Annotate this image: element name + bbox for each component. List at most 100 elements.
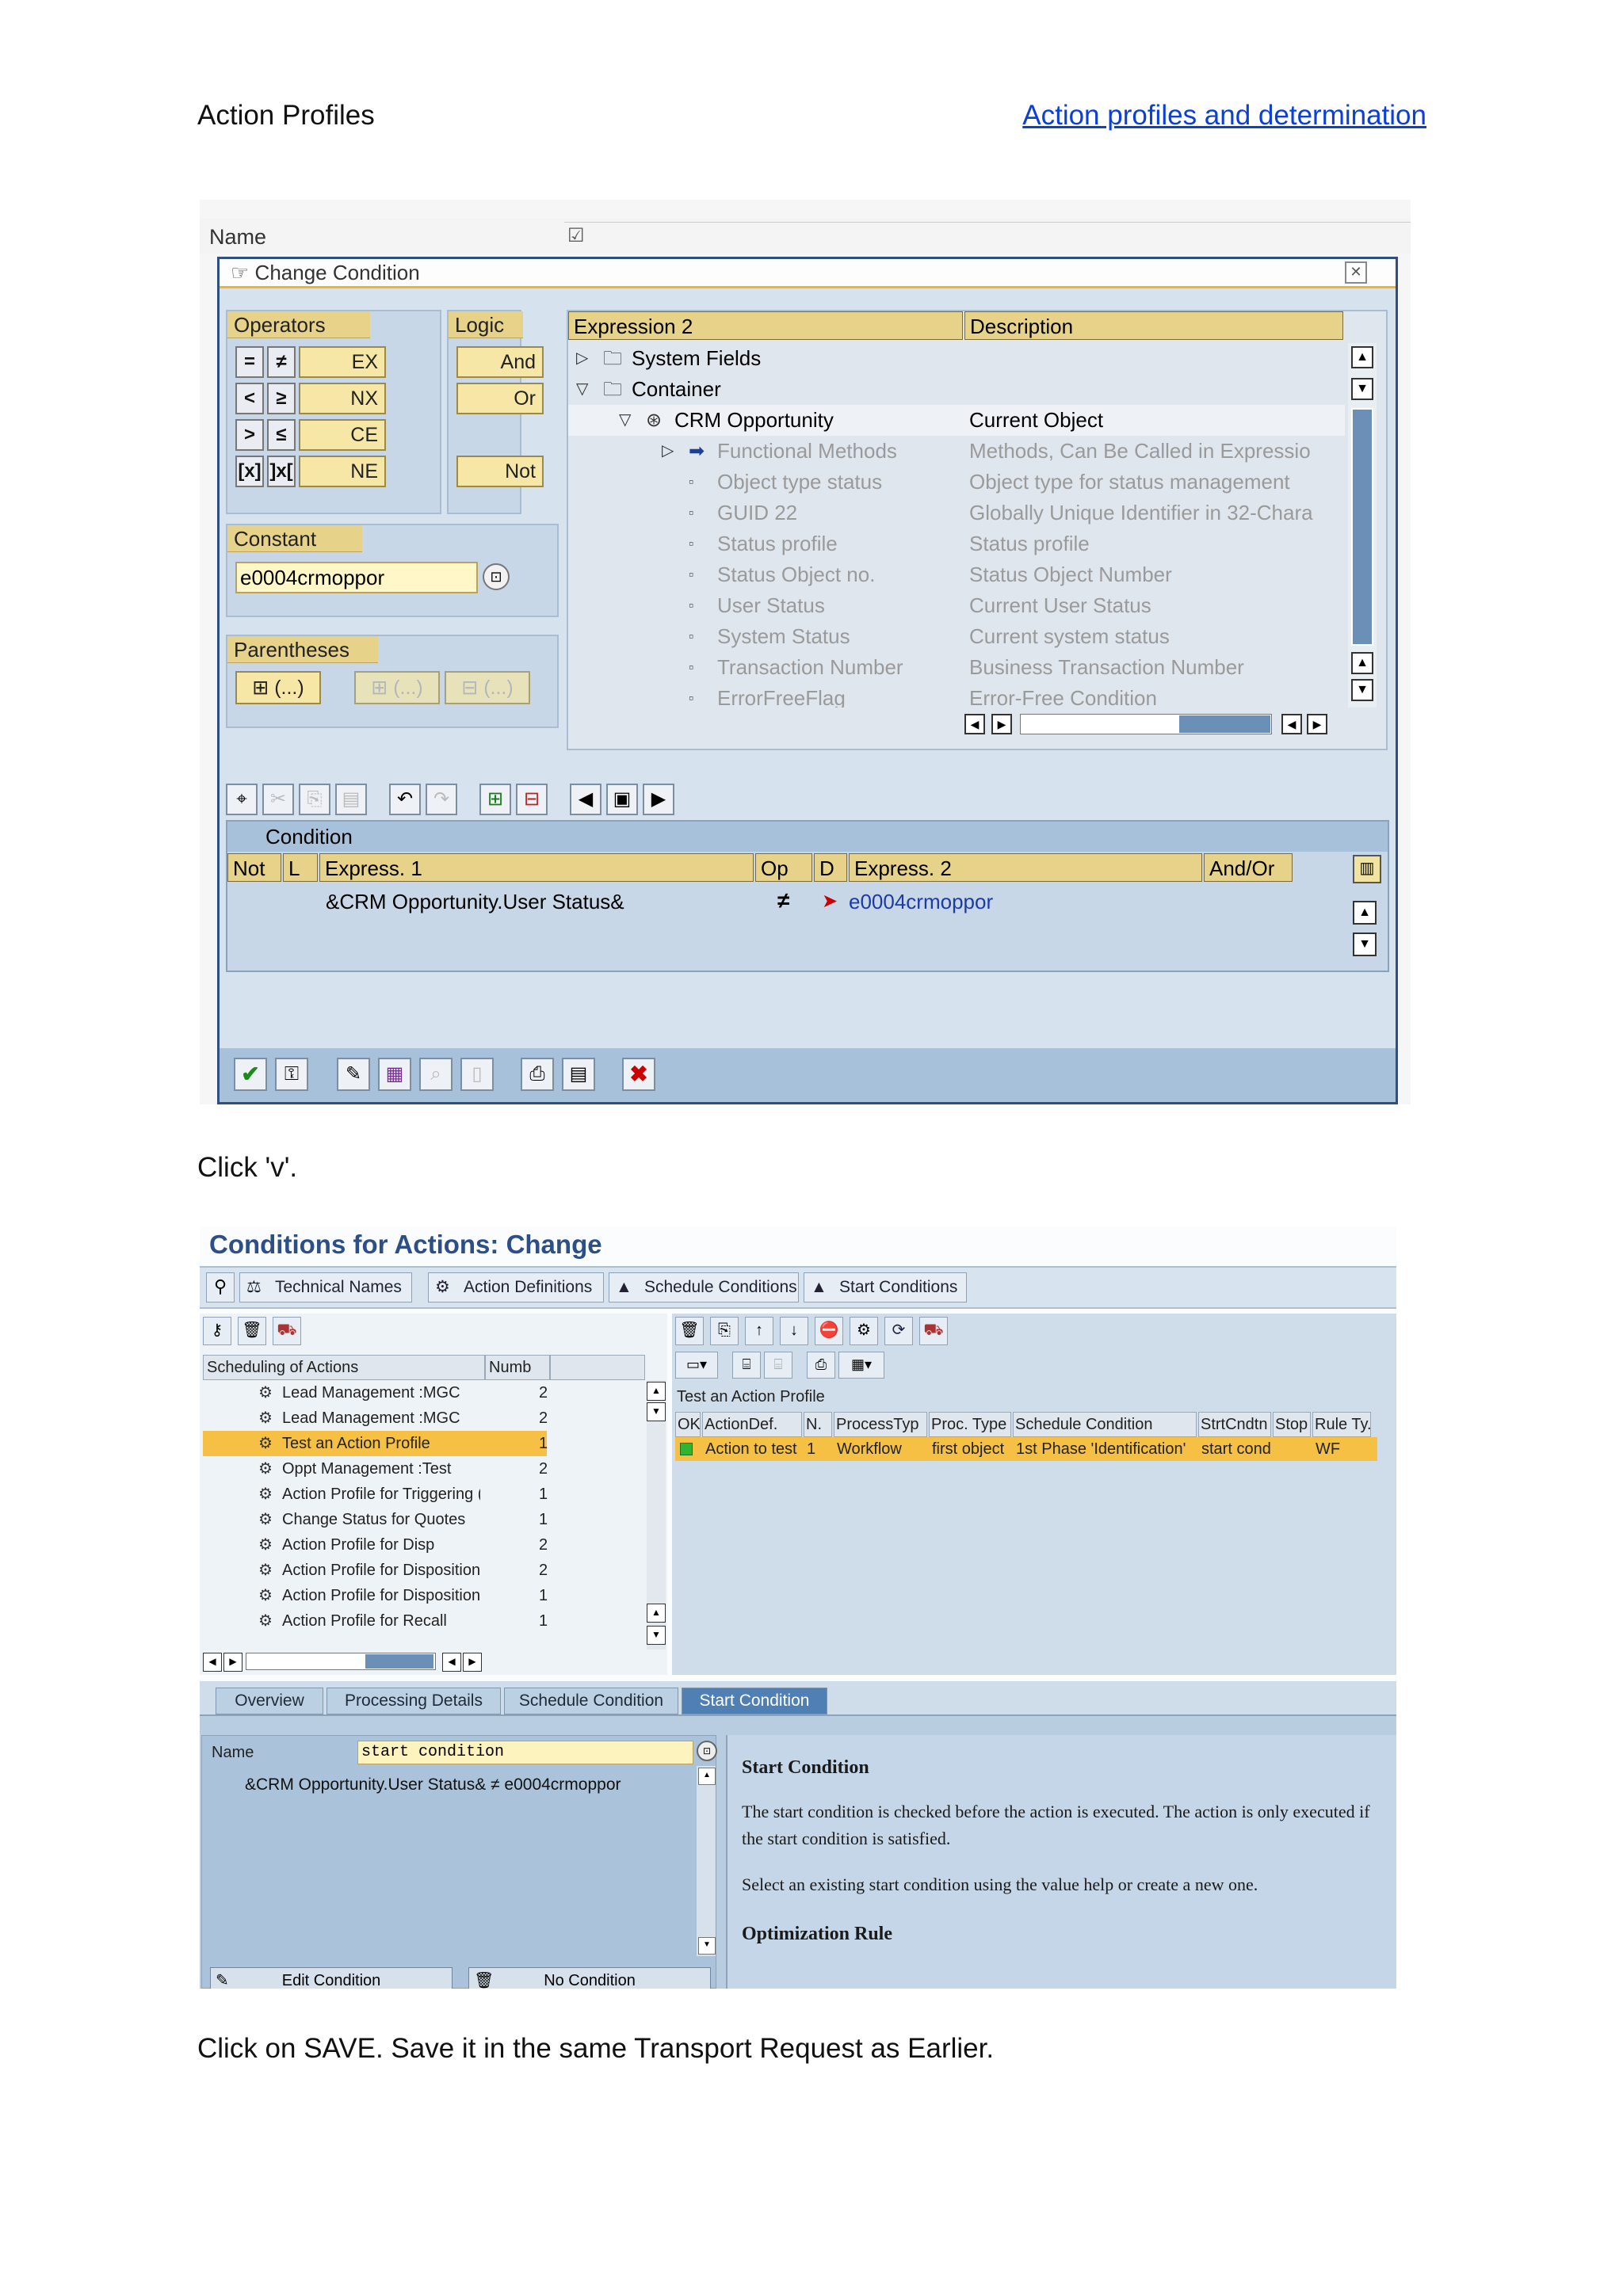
tree-row[interactable]: ▫ Transaction Number Business Transaction … <box>568 652 1345 683</box>
condition-box-scroll-down-icon[interactable]: ▼ <box>698 1937 716 1955</box>
delete-row-icon[interactable]: ⊟ <box>516 784 548 815</box>
operator-button[interactable]: ]x[ <box>267 456 296 487</box>
operator-keyword-button[interactable]: EX <box>299 346 386 378</box>
right-transport-icon[interactable]: ⛟ <box>919 1317 948 1345</box>
column-header[interactable]: Stop <box>1273 1412 1311 1437</box>
left-scroll-left-icon[interactable]: ◀ <box>203 1653 222 1672</box>
list-item[interactable]: ⚙ Change Status for Quotes 1 <box>203 1507 548 1532</box>
condition-row[interactable]: &CRM Opportunity.User Status& ≠ ➤ e0004c… <box>227 885 1305 920</box>
tree-row[interactable]: ▫ Status Object no. Status Object Number <box>568 559 1345 590</box>
details-icon[interactable]: ▭▾ <box>675 1352 718 1379</box>
tree-scrollbar[interactable]: ▲ ▼ ▲ ▼ <box>1348 343 1377 707</box>
filter-icon[interactable]: ⚲ <box>206 1272 235 1302</box>
condition-box-scroll-up-icon[interactable]: ▲ <box>698 1768 716 1785</box>
document-icon[interactable]: ▯ <box>460 1058 494 1091</box>
column-header[interactable]: ActionDef. <box>702 1412 802 1437</box>
list-item[interactable]: ⚙ Oppt Management :Test 2 <box>203 1456 548 1482</box>
operator-button[interactable]: > <box>235 419 264 451</box>
refresh-icon[interactable]: ⟳ <box>884 1317 913 1345</box>
transport-icon[interactable]: ⛟ <box>273 1317 301 1345</box>
tree-row[interactable]: ▫ System Status Current system status <box>568 621 1345 652</box>
move-down-icon[interactable]: ↓ <box>780 1317 808 1345</box>
column-header[interactable]: Proc. Type <box>929 1412 1011 1437</box>
hscroll-thumb[interactable] <box>1179 715 1270 733</box>
layout-select-icon[interactable]: ▦▾ <box>838 1352 884 1379</box>
list-item[interactable]: ⚙ Lead Management :MGC 2 <box>203 1405 548 1431</box>
left-hscrollbar[interactable]: ◀ ▶ ◀ ▶ <box>203 1653 488 1672</box>
scroll-left-end-icon[interactable]: ◀ <box>1281 714 1302 734</box>
expand-toggle-icon[interactable]: ▽ <box>576 374 588 405</box>
name-value-help-icon[interactable]: ⊡ <box>697 1741 717 1761</box>
scroll-left-icon[interactable]: ◀ <box>964 714 985 734</box>
cancel-icon[interactable]: ✖ <box>622 1058 655 1091</box>
action-definitions-button[interactable]: ⚙ Action Definitions <box>428 1272 604 1302</box>
technical-names-button[interactable]: ⚖ Technical Names <box>239 1272 412 1302</box>
scroll-thumb[interactable] <box>1351 408 1373 646</box>
column-header[interactable]: OK <box>675 1412 701 1437</box>
edit-icon[interactable]: ✎ <box>337 1058 370 1091</box>
right-table-row[interactable]: Action to test 1 Workflow first object 1st P… <box>675 1437 1377 1461</box>
undo-icon[interactable]: ↶ <box>389 784 421 815</box>
expand-toggle-icon[interactable]: ▷ <box>662 436 674 467</box>
list-item[interactable]: ⚙ Test an Action Profile 1 <box>203 1431 548 1456</box>
and-button[interactable]: And <box>456 346 544 378</box>
left-hscroll-track[interactable] <box>246 1653 436 1670</box>
tree-hscrollbar[interactable]: ◀ ▶ ◀ ▶ <box>964 712 1345 736</box>
constant-input[interactable]: e0004crmoppor <box>235 562 478 593</box>
expression-column-header[interactable]: Expression 2 <box>568 311 963 340</box>
tree-row[interactable]: ▷ 🗀 System Fields <box>568 343 1345 374</box>
layout-icon[interactable]: ⎙ <box>521 1058 554 1091</box>
left-page-up-icon[interactable]: ▲ <box>647 1604 666 1623</box>
schedule-conditions-button[interactable]: ▲ Schedule Conditions <box>609 1272 799 1302</box>
insert-row-icon[interactable]: ⊞ <box>479 784 511 815</box>
hscroll-track[interactable] <box>1020 714 1272 734</box>
name-field[interactable]: ☑ <box>564 222 1411 250</box>
list-item[interactable]: ⚙ Action Profile for Disposition 2 <box>203 1558 548 1583</box>
list-item[interactable]: ⚙ Action Profile for Recall 1 <box>203 1608 548 1634</box>
page-down-icon[interactable]: ▼ <box>1351 679 1373 701</box>
left-scroll-down-icon[interactable]: ▼ <box>647 1402 666 1421</box>
col-d[interactable]: D <box>814 853 847 882</box>
tab-start-condition[interactable]: Start Condition <box>682 1688 827 1714</box>
paste-icon[interactable]: ▤ <box>335 784 367 815</box>
col-not[interactable]: Not <box>227 853 281 882</box>
scheduling-column-header[interactable]: Scheduling of Actions <box>203 1355 485 1380</box>
key-icon[interactable]: ⚷ <box>203 1317 231 1345</box>
copy-icon[interactable]: ⎘ <box>299 784 330 815</box>
next-icon[interactable]: ▶ <box>643 784 674 815</box>
scroll-up-icon[interactable]: ▲ <box>1351 346 1373 368</box>
expand-toggle-icon[interactable]: ▷ <box>576 343 588 374</box>
list-item[interactable]: ⚙ Action Profile for Triggering (1 <box>203 1482 548 1507</box>
operator-button[interactable]: ≥ <box>267 383 296 414</box>
operator-button[interactable]: < <box>235 383 264 414</box>
operator-keyword-button[interactable]: CE <box>299 419 386 451</box>
left-scroll-right-icon[interactable]: ▶ <box>223 1653 242 1672</box>
edit-condition-button[interactable]: ✎ Edit Condition <box>210 1967 453 1989</box>
not-button[interactable]: Not <box>456 456 544 487</box>
left-scroll-up-icon[interactable]: ▲ <box>647 1382 666 1401</box>
search-icon[interactable]: ⌕ <box>419 1058 453 1091</box>
left-page-down-icon[interactable]: ▼ <box>647 1626 666 1645</box>
left-scroll-right-end-icon[interactable]: ▶ <box>463 1653 482 1672</box>
tree-row[interactable]: ▫ GUID 22 Globally Unique Identifier in 32… <box>568 498 1345 528</box>
tab-overview[interactable]: Overview <box>216 1688 323 1714</box>
no-condition-button[interactable]: 🗑 No Condition <box>468 1967 711 1989</box>
column-header[interactable]: StrtCndtn <box>1198 1412 1271 1437</box>
tree-row[interactable]: ▽ ⊛ CRM Opportunity Current Object <box>568 405 1345 436</box>
column-header[interactable]: ProcessTyp <box>834 1412 927 1437</box>
condition-name-input[interactable]: start condition <box>357 1741 693 1764</box>
start-conditions-button[interactable]: ▲ Start Conditions <box>804 1272 967 1302</box>
tree-row[interactable]: ▫ ErrorFreeFlag Error-Free Condition <box>568 683 1345 707</box>
header-link[interactable]: Action profiles and determination <box>1022 100 1426 132</box>
insert-parentheses-button[interactable]: ⊞ (...) <box>235 671 321 704</box>
col-express2[interactable]: Express. 2 <box>849 853 1202 882</box>
list-item[interactable]: ⚙ Lead Management :MGC 2 <box>203 1380 548 1405</box>
right-copy-icon[interactable]: ⎘ <box>710 1317 739 1345</box>
list-item[interactable]: ⚙ Action Profile for Disposition 1 <box>203 1583 548 1608</box>
page-up-icon[interactable]: ▲ <box>1351 652 1373 674</box>
previous-icon[interactable]: ◀ <box>570 784 601 815</box>
close-icon[interactable]: ✕ <box>1345 261 1367 284</box>
col-op[interactable]: Op <box>755 853 812 882</box>
print-icon[interactable]: ⎙ <box>807 1352 835 1379</box>
check-syntax-icon[interactable]: ⚿ <box>275 1058 308 1091</box>
